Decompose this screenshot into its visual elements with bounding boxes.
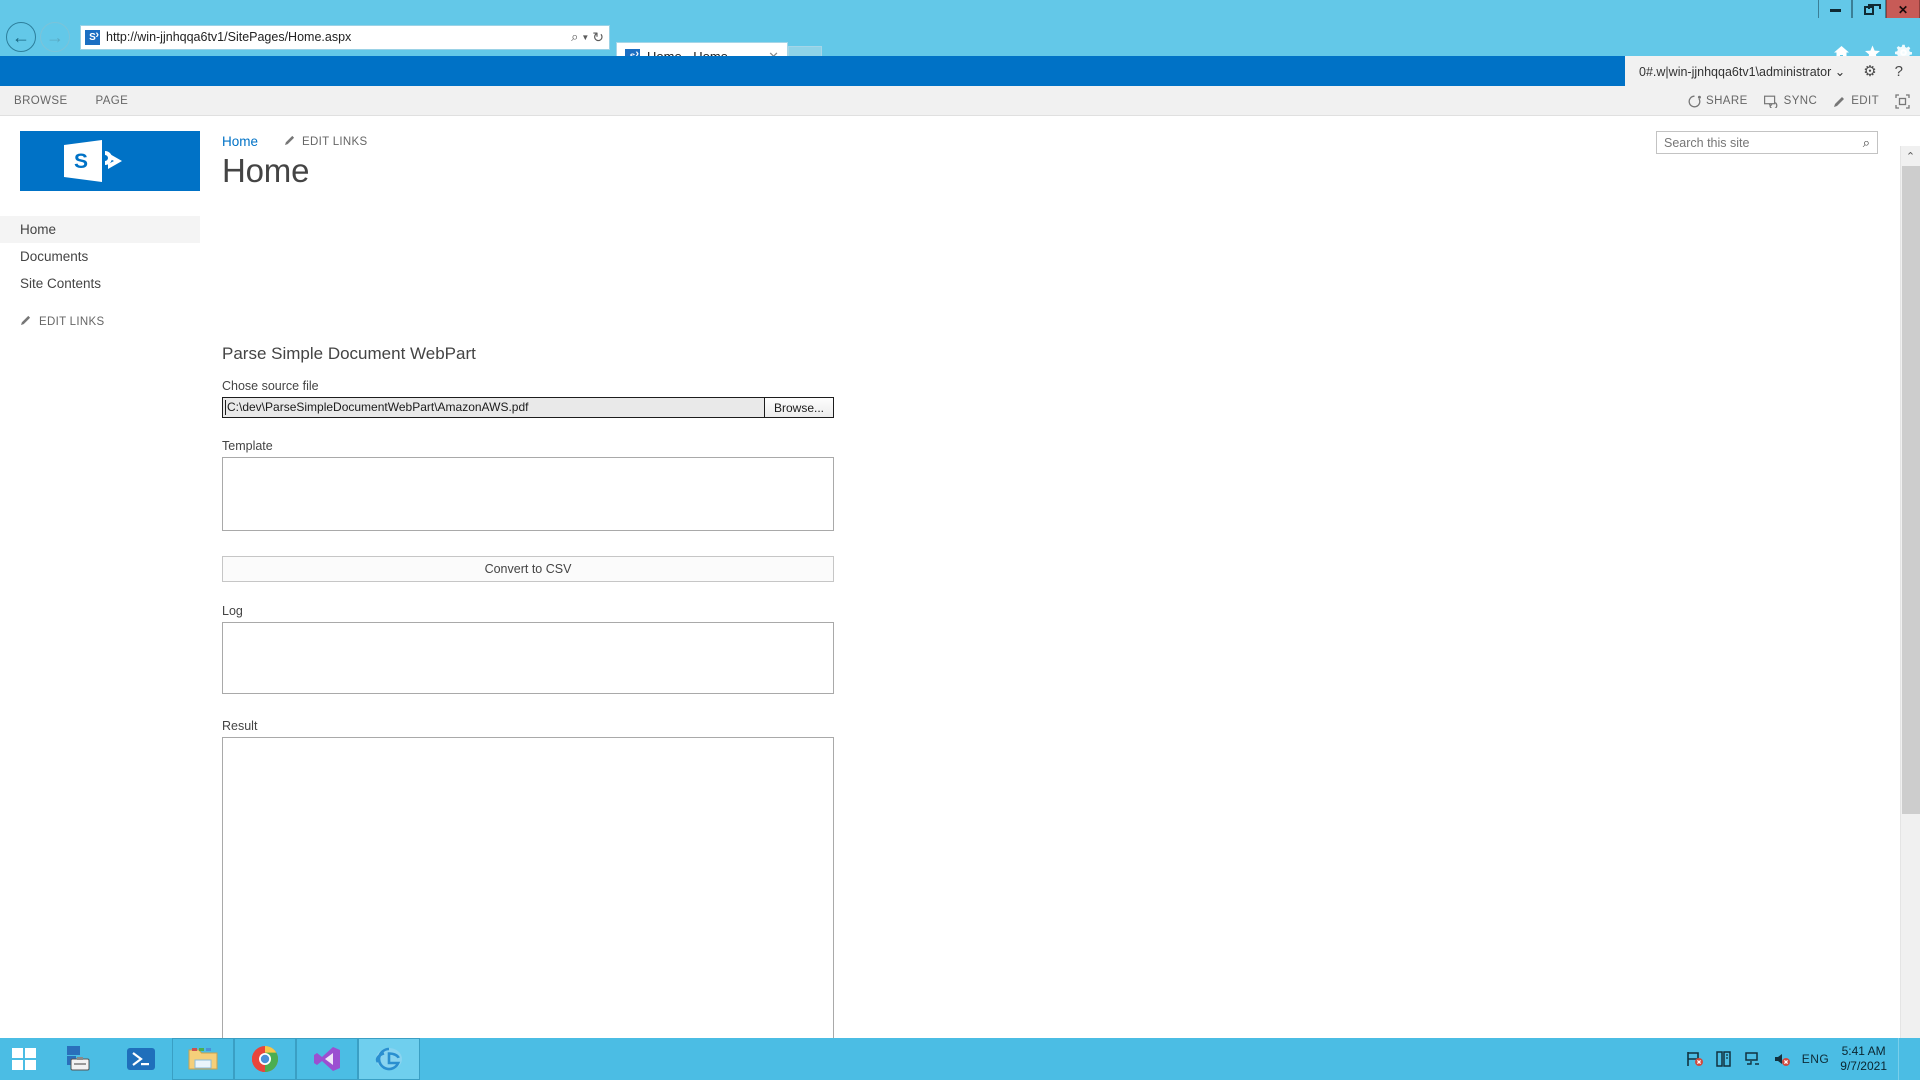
pencil-icon	[284, 134, 296, 149]
ribbon-actions: SHARE SYNC EDIT	[1688, 86, 1910, 116]
sidebar-item-documents[interactable]: Documents	[0, 243, 200, 270]
start-button[interactable]	[0, 1038, 48, 1080]
focus-on-content-button[interactable]	[1895, 94, 1910, 109]
share-icon	[1688, 95, 1701, 108]
convert-to-csv-button[interactable]: Convert to CSV	[222, 556, 834, 582]
tab-page[interactable]: PAGE	[82, 86, 143, 116]
address-bar-tools: ⌕ ▼ ↻	[571, 29, 609, 46]
language-indicator[interactable]: ENG	[1802, 1052, 1830, 1066]
sync-button[interactable]: SYNC	[1764, 95, 1818, 108]
sync-icon	[1764, 95, 1779, 108]
source-file-input[interactable]: C:\dev\ParseSimpleDocumentWebPart\Amazon…	[222, 397, 764, 418]
page-viewport: 0#.w|win-jjnhqqa6tv1\administrator ⌄ ⚙ ?…	[0, 56, 1920, 1038]
scrollbar-thumb[interactable]	[1902, 166, 1920, 814]
edit-links-label: EDIT LINKS	[302, 136, 367, 148]
source-file-row: C:\dev\ParseSimpleDocumentWebPart\Amazon…	[222, 397, 834, 418]
clock-date: 9/7/2021	[1840, 1059, 1887, 1074]
action-center-flag-icon[interactable]	[1686, 1050, 1704, 1068]
pencil-icon	[20, 314, 32, 329]
suite-bar-right: 0#.w|win-jjnhqqa6tv1\administrator ⌄ ⚙ ?	[1625, 56, 1920, 86]
system-tray: ENG 5:41 AM 9/7/2021	[1686, 1038, 1920, 1080]
page-title: Home	[222, 152, 309, 190]
chevron-down-icon[interactable]: ▼	[581, 33, 589, 42]
share-label: SHARE	[1706, 95, 1748, 107]
sidebar-item-site-contents[interactable]: Site Contents	[0, 270, 200, 297]
refresh-icon[interactable]: ↻	[592, 29, 604, 46]
share-button[interactable]: SHARE	[1688, 95, 1748, 108]
site-area: S Home EDIT LINKS Home ⌕	[0, 116, 1920, 1038]
clock[interactable]: 5:41 AM 9/7/2021	[1840, 1044, 1887, 1074]
svg-text:S: S	[74, 150, 88, 173]
back-button[interactable]: ←	[6, 22, 36, 52]
address-bar[interactable]: S http://win-jjnhqqa6tv1/SitePages/Home.…	[80, 25, 610, 50]
edit-links-sidebar[interactable]: EDIT LINKS	[0, 314, 200, 329]
page-scrollbar[interactable]: ⌃ ⌄	[1900, 146, 1920, 1038]
tab-browse[interactable]: BROWSE	[0, 86, 82, 116]
parse-simple-document-webpart: Parse Simple Document WebPart Chose sour…	[222, 344, 842, 1038]
user-menu[interactable]: 0#.w|win-jjnhqqa6tv1\administrator ⌄	[1639, 64, 1845, 79]
edit-links-label: EDIT LINKS	[39, 316, 104, 328]
result-textarea[interactable]	[222, 737, 834, 1038]
sync-label: SYNC	[1784, 95, 1818, 107]
gear-icon[interactable]: ⚙	[1863, 64, 1876, 79]
volume-muted-icon[interactable]	[1773, 1050, 1791, 1068]
help-icon[interactable]: ?	[1895, 64, 1903, 79]
server-manager-icon[interactable]	[48, 1038, 110, 1080]
source-file-label: Chose source file	[222, 379, 842, 393]
left-navigation: Home Documents Site Contents EDIT LINKS	[0, 216, 200, 329]
sharepoint-logo[interactable]: S	[20, 131, 200, 191]
suite-bar: 0#.w|win-jjnhqqa6tv1\administrator ⌄ ⚙ ?	[0, 56, 1920, 86]
log-label: Log	[222, 604, 842, 618]
sidebar-item-home[interactable]: Home	[0, 216, 200, 243]
sharepoint-favicon: S	[85, 30, 100, 45]
search-icon[interactable]: ⌕	[1856, 136, 1877, 149]
taskbar: ENG 5:41 AM 9/7/2021	[0, 1038, 1920, 1080]
clock-time: 5:41 AM	[1840, 1044, 1887, 1059]
url-text: http://win-jjnhqqa6tv1/SitePages/Home.as…	[106, 30, 571, 44]
internet-explorer-icon[interactable]	[358, 1038, 420, 1080]
ribbon-bar: BROWSE PAGE SHARE SYNC	[0, 86, 1920, 116]
breadcrumb-home[interactable]: Home	[222, 134, 258, 149]
search-box[interactable]: ⌕	[1656, 131, 1878, 154]
desktop: ✕ ← → S http://win-jjnhqqa6tv1/SitePages…	[0, 0, 1920, 1080]
google-chrome-icon[interactable]	[234, 1038, 296, 1080]
scroll-up-icon[interactable]: ⌃	[1901, 146, 1920, 166]
edit-button[interactable]: EDIT	[1833, 95, 1879, 108]
breadcrumb: Home EDIT LINKS	[222, 134, 367, 149]
edit-label: EDIT	[1851, 95, 1879, 107]
pencil-icon	[1833, 95, 1846, 108]
visual-studio-icon[interactable]	[296, 1038, 358, 1080]
powershell-icon[interactable]	[110, 1038, 172, 1080]
file-explorer-icon[interactable]	[172, 1038, 234, 1080]
server-tools-icon[interactable]	[1715, 1050, 1733, 1068]
show-desktop-button[interactable]	[1898, 1038, 1906, 1080]
browse-button[interactable]: Browse...	[764, 397, 834, 418]
template-label: Template	[222, 439, 842, 453]
webpart-title: Parse Simple Document WebPart	[222, 344, 842, 364]
forward-button[interactable]: →	[40, 22, 70, 52]
suite-bar-left	[0, 56, 1608, 86]
search-icon[interactable]: ⌕	[571, 29, 578, 45]
focus-on-content-icon	[1895, 94, 1910, 109]
browser-toolbar: ← → S http://win-jjnhqqa6tv1/SitePages/H…	[0, 18, 1920, 56]
result-label: Result	[222, 719, 842, 733]
edit-links-top[interactable]: EDIT LINKS	[284, 134, 367, 149]
log-textarea[interactable]	[222, 622, 834, 694]
template-textarea[interactable]	[222, 457, 834, 531]
network-icon[interactable]	[1744, 1050, 1762, 1068]
search-input[interactable]	[1657, 132, 1856, 153]
